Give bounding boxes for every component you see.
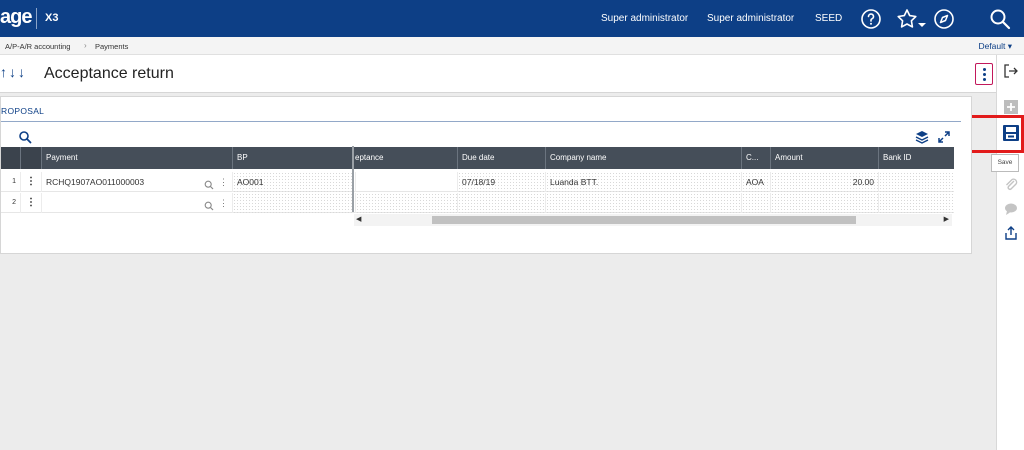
breadcrumb: A/P-A/R accounting › Payments Default ▾	[0, 37, 1024, 55]
header-actions	[20, 147, 41, 169]
row-number: 1	[12, 178, 16, 185]
column-header-amount[interactable]: Amount	[770, 147, 878, 169]
lookup-icon[interactable]	[204, 177, 214, 192]
expand-icon[interactable]	[937, 130, 951, 144]
cell-menu-icon[interactable]: ⋮	[219, 172, 228, 192]
grid-search-icon[interactable]	[18, 130, 32, 144]
user-name-link[interactable]: Super administrator	[707, 13, 794, 24]
grid-header: Payment BP eptance Due date Company name…	[1, 147, 954, 169]
cell-acceptance[interactable]	[355, 193, 457, 213]
comment-icon[interactable]	[1002, 200, 1020, 218]
table-row[interactable]: 1 ⋮ RCHQ1907AO011000003 ⋮ AO001 07/18/19…	[1, 172, 954, 192]
breadcrumb-accounting[interactable]: A/P-A/R accounting	[5, 42, 70, 51]
logo-separator	[36, 8, 37, 29]
cell-payment[interactable]: RCHQ1907AO011000003 ⋮	[41, 172, 232, 192]
kebab-dot	[983, 68, 986, 71]
column-header-payment[interactable]: Payment	[41, 147, 232, 169]
page-actions-button[interactable]	[975, 63, 993, 85]
cell-payment[interactable]: ⋮	[41, 193, 232, 213]
scroll-left-icon[interactable]: ◀	[356, 215, 361, 223]
app-name: X3	[45, 12, 59, 24]
cell-amount[interactable]	[770, 193, 878, 213]
view-selector[interactable]: Default ▾	[978, 41, 1012, 52]
search-icon[interactable]	[988, 7, 1012, 31]
proposal-section: ROPOSAL Payment BP eptance Due date Comp…	[0, 96, 972, 254]
cell-menu-icon[interactable]: ⋮	[219, 193, 228, 213]
horizontal-scrollbar[interactable]: ◀ ▶	[354, 214, 952, 226]
table-row[interactable]: 2 ⋮ ⋮	[1, 193, 954, 213]
top-bar: age X3 Super administrator Super adminis…	[0, 0, 1024, 37]
cell-due-date[interactable]: 07/18/19	[457, 172, 545, 192]
attachment-icon[interactable]	[1002, 176, 1020, 194]
cell-payment-value: RCHQ1907AO011000003	[46, 177, 145, 187]
cell-bp[interactable]: AO001	[232, 172, 353, 192]
section-title: ROPOSAL	[1, 106, 45, 116]
scrollbar-thumb[interactable]	[432, 216, 856, 224]
add-icon[interactable]	[1002, 98, 1020, 116]
help-icon[interactable]	[859, 7, 883, 31]
column-header-due-date[interactable]: Due date	[457, 147, 545, 169]
breadcrumb-payments[interactable]: Payments	[95, 42, 128, 51]
kebab-dot	[983, 73, 986, 76]
cell-amount[interactable]: 20.00	[770, 172, 878, 192]
save-tooltip: Save	[991, 154, 1019, 172]
folder-link[interactable]: SEED	[815, 13, 842, 24]
cell-bp[interactable]	[232, 193, 353, 213]
row-actions-icon[interactable]: ⋮	[20, 193, 41, 213]
kebab-dot	[983, 78, 986, 81]
row-actions-icon[interactable]: ⋮	[20, 172, 41, 192]
compass-icon[interactable]	[932, 7, 956, 31]
cell-company-name[interactable]: Luanda BTT.	[545, 172, 741, 192]
column-header-bank-id[interactable]: Bank ID	[878, 147, 954, 169]
column-header-bp[interactable]: BP	[232, 147, 353, 169]
exit-icon[interactable]	[1002, 62, 1020, 80]
cell-currency[interactable]: AOA	[741, 172, 770, 192]
share-icon[interactable]	[1002, 224, 1020, 242]
breadcrumb-chevron-icon: ›	[84, 41, 87, 50]
lookup-icon[interactable]	[204, 198, 214, 213]
page-title: Acceptance return	[44, 65, 174, 82]
column-header-company-name[interactable]: Company name	[545, 147, 741, 169]
column-header-acceptance[interactable]: eptance	[353, 147, 457, 169]
header-rownum	[1, 147, 20, 169]
section-divider	[1, 121, 961, 122]
cell-bank-id[interactable]	[878, 193, 954, 213]
column-header-currency[interactable]: C...	[741, 147, 770, 169]
cell-acceptance[interactable]	[355, 172, 457, 192]
cell-bank-id[interactable]	[878, 172, 954, 192]
favorites-dropdown-icon[interactable]	[917, 7, 927, 31]
star-icon[interactable]	[895, 7, 919, 31]
record-navigation-arrows[interactable]: ↑↓↓	[0, 64, 27, 80]
title-bar: ↑↓↓ Acceptance return	[0, 55, 996, 93]
frozen-column-divider	[352, 146, 354, 212]
user-role-link[interactable]: Super administrator	[601, 13, 688, 24]
row-number: 2	[12, 199, 16, 206]
cell-due-date[interactable]	[457, 193, 545, 213]
layers-icon[interactable]	[915, 130, 929, 144]
sage-logo[interactable]: age	[0, 6, 32, 29]
scroll-right-icon[interactable]: ▶	[944, 215, 949, 223]
cell-currency[interactable]	[741, 193, 770, 213]
cell-company-name[interactable]	[545, 193, 741, 213]
